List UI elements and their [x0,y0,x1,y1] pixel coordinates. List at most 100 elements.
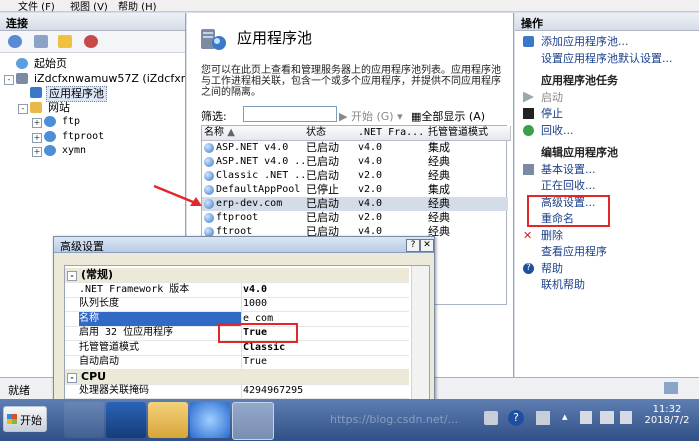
help-icon: ? [523,262,534,274]
app-pool-row-icon [204,143,214,153]
connections-header: 连接 [0,13,185,31]
tree-item-label: xymn [62,145,87,156]
table-cell: DefaultAppPool [216,184,301,195]
property-category-label: (常规) [81,268,114,281]
open-folder-icon[interactable] [58,35,72,48]
disconnect-icon[interactable] [84,35,98,48]
tray-volume-icon[interactable] [620,411,632,424]
clock-time: 11:32 [652,404,682,415]
table-row[interactable]: ASP.NET v4.0 已启动 v4.0 集成 [202,141,508,155]
action-link[interactable]: 查看应用程序 [541,245,607,259]
table-cell: 已停止 [306,183,339,196]
action-link[interactable]: 删除 [541,229,563,243]
start-button[interactable]: 开始 [3,406,47,432]
tray-chevron-up-icon[interactable]: ▴ [562,410,568,423]
property-key: 自动启动 [79,355,242,369]
table-cell: v2.0 [358,170,383,181]
dialog-close-button[interactable]: ✕ [420,239,434,252]
app-pool-row-icon [204,157,214,167]
table-cell: v2.0 [358,184,383,195]
action-link[interactable]: 设置应用程序池默认设置... [541,52,673,66]
expand-icon[interactable]: + [32,118,42,128]
expand-icon[interactable]: + [32,132,42,143]
property-category: - (常规) [65,268,409,283]
action-link[interactable]: 基本设置... [541,163,596,177]
tree-item-label: iZdcfxnwamuw57Z (iZdcfxnwa [34,71,185,85]
system-tray: ? ▴ 11:32 2018/7/2 [480,399,699,441]
column-status[interactable]: 状态 [304,126,359,141]
connect-icon[interactable] [8,35,22,48]
add-pool-icon [523,36,534,47]
table-row[interactable]: Classic .NET ... 已启动 v2.0 经典 [202,169,508,183]
table-row[interactable]: ftproot 已启动 v2.0 经典 [202,211,508,225]
table-row[interactable]: ASP.NET v4.0 ... 已启动 v4.0 经典 [202,155,508,169]
page-title: 应用程序池 [237,29,313,47]
dialog-help-button[interactable]: ? [406,239,420,252]
tray-action-center-icon[interactable] [536,411,550,425]
taskbar-ie-icon[interactable] [190,402,230,438]
start-filter-button[interactable]: ▶ 开始 (G) ▾ [339,108,403,124]
table-cell: 已启动 [306,141,339,154]
taskbar-server-manager-icon[interactable] [64,402,104,438]
taskbar: 开始 https://blog.csdn.net/... ? ▴ 11:32 2… [0,399,699,441]
table-cell: ftproot [216,212,259,223]
filter-input[interactable] [243,106,337,122]
collapse-icon[interactable]: - [67,271,77,281]
table-cell: 已启动 [306,155,339,168]
action-link[interactable]: 添加应用程序池... [541,35,629,49]
column-name[interactable]: 名称 ▲ [202,126,307,141]
action-link[interactable]: 联机帮助 [541,278,585,292]
taskbar-powershell-icon[interactable] [106,402,146,438]
site-icon [44,145,56,156]
action-link[interactable]: 停止 [541,107,563,121]
server-icon [16,72,28,84]
filter-label: 筛选: [201,110,227,123]
clock[interactable]: 11:32 2018/7/2 [640,404,694,426]
table-cell: erp-dev.com [216,198,283,209]
menu-help[interactable]: 帮助 (H) [118,0,157,13]
tray-keyboard-icon[interactable] [484,411,498,425]
show-all-label: 全部显示 (A) [421,110,486,123]
property-grid-scrollbar[interactable] [411,266,429,400]
table-cell: 集成 [428,141,450,154]
property-key: .NET Framework 版本 [79,282,242,297]
action-link[interactable]: 帮助 [541,262,563,276]
collapse-icon[interactable]: - [18,103,28,114]
property-key: 处理器关联掩码 [79,384,242,398]
table-row[interactable]: DefaultAppPool 已停止 v2.0 集成 [202,183,508,197]
property-row[interactable]: .NET Framework 版本 v4.0 [65,282,409,298]
start-page-icon [16,58,28,69]
annotation-highlight-32bit [218,323,298,343]
table-cell: 经典 [428,197,450,210]
action-link[interactable]: 回收... [541,124,574,138]
menu-file[interactable]: 文件 (F) [18,0,55,13]
tray-flag-icon[interactable] [580,411,592,424]
property-value[interactable]: True [243,355,403,369]
collapse-icon[interactable]: - [67,372,77,383]
taskbar-iis-manager-icon[interactable] [232,402,274,440]
recycle-icon [523,124,534,136]
property-value[interactable]: v4.0 [243,283,403,297]
table-cell: 集成 [428,183,450,196]
property-value[interactable]: 1000 [243,297,403,311]
property-row[interactable]: 队列长度 1000 [65,297,409,312]
basic-settings-icon [523,163,534,175]
show-all-button[interactable]: ▦全部显示 (A) [411,108,485,124]
actions-section-title: 应用程序池任务 [541,74,618,87]
tray-network-icon[interactable] [600,411,614,424]
property-value[interactable]: 4294967295 [243,384,403,398]
action-link[interactable]: 正在回收... [541,179,596,193]
table-cell: 已启动 [306,169,339,182]
property-row[interactable]: 自动启动 True [65,355,409,370]
delete-icon: ✕ [523,228,533,242]
save-icon[interactable] [34,35,48,48]
taskbar-explorer-icon[interactable] [148,402,188,438]
tray-help-icon[interactable]: ? [508,410,524,426]
table-row[interactable]: erp-dev.com 已启动 v4.0 经典 [202,197,508,211]
property-row[interactable]: 处理器关联掩码 4294967295 [65,384,409,399]
column-framework[interactable]: .NET Fra... [356,126,429,141]
expand-icon[interactable]: + [32,147,42,157]
collapse-icon[interactable]: - [4,74,14,85]
menu-view[interactable]: 视图 (V) [70,0,108,13]
column-pipeline[interactable]: 托管管道模式 [426,126,511,141]
